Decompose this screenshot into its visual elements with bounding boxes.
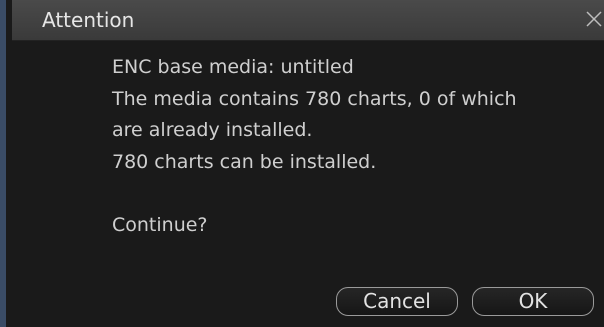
close-icon[interactable] xyxy=(582,6,604,32)
attention-dialog: Attention ENC base media: untitled The m… xyxy=(0,0,604,327)
dialog-title: Attention xyxy=(42,8,135,32)
message-line-can-install: 780 charts can be installed. xyxy=(112,150,377,173)
message-line-installed: are already installed. xyxy=(112,119,313,141)
dialog-titlebar: Attention xyxy=(12,0,604,41)
dialog-message: ENC base media: untitled The media conta… xyxy=(112,52,517,241)
cancel-button[interactable]: Cancel xyxy=(336,287,458,316)
message-line-media: ENC base media: untitled xyxy=(112,56,354,78)
message-line-continue: Continue? xyxy=(112,213,208,236)
ok-button[interactable]: OK xyxy=(472,287,594,316)
message-line-contains: The media contains 780 charts, 0 of whic… xyxy=(112,87,517,110)
